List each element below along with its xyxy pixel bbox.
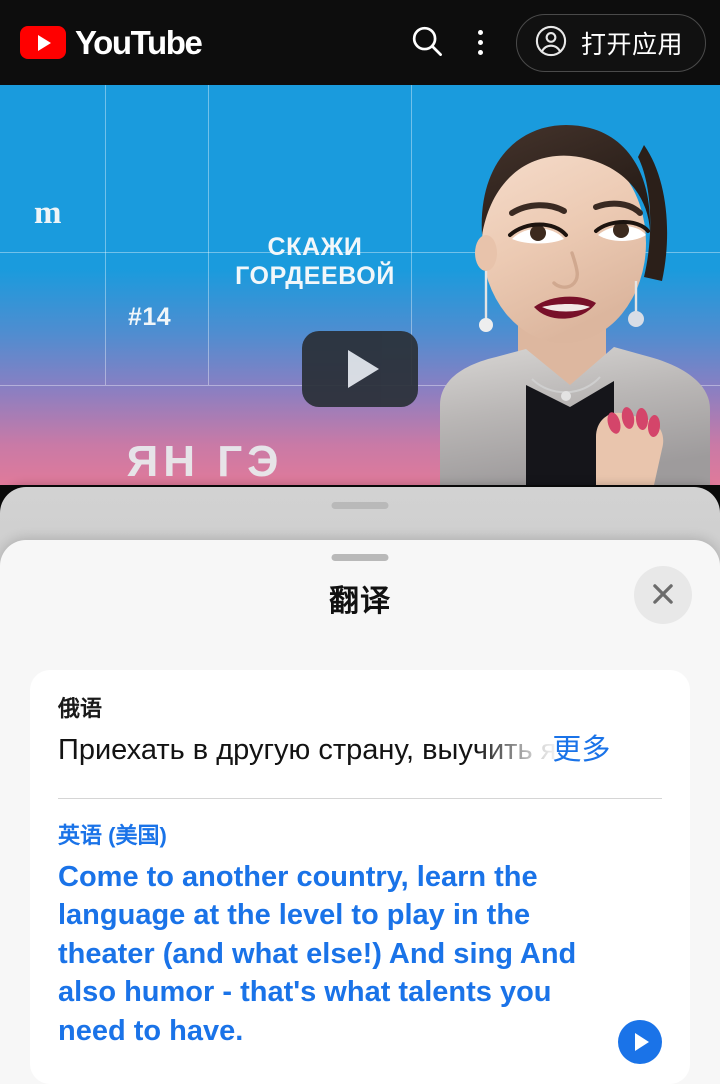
guest-photo	[400, 85, 720, 485]
guest-name: ЯН ГЭ	[126, 437, 284, 485]
channel-mark: m	[34, 195, 61, 231]
show-more-link[interactable]: 更多	[552, 730, 610, 770]
play-triangle-icon	[348, 350, 379, 388]
source-text: Приехать в другую страну, выучить я	[58, 734, 557, 767]
translation-card: 俄语 Приехать в другую страну, выучить я 更…	[30, 670, 690, 1084]
translate-sheet-drag-handle[interactable]	[331, 554, 389, 561]
section-divider	[58, 798, 662, 800]
search-button[interactable]	[400, 16, 454, 70]
translate-sheet: 翻译 俄语 Приехать в другую страну, выучить …	[0, 540, 720, 1084]
close-button[interactable]	[634, 566, 692, 624]
source-language-label: 俄语	[58, 696, 103, 721]
youtube-header: YouTube 打开应用	[0, 0, 720, 85]
kebab-menu-icon	[464, 23, 498, 63]
video-play-button[interactable]	[302, 331, 418, 407]
speak-translation-button[interactable]	[618, 1020, 662, 1064]
translated-text: Come to another country, learn the langu…	[58, 860, 577, 1048]
search-icon	[408, 22, 446, 63]
open-app-label: 打开应用	[580, 30, 683, 59]
video-thumbnail[interactable]: m #14 СКАЖИ ГОРДЕЕВОЙ ЯН ГЭ	[0, 85, 720, 485]
show-title-line-1: СКАЖИ	[267, 233, 363, 261]
youtube-logo[interactable]: YouTube	[20, 24, 203, 61]
account-circle-icon	[533, 23, 569, 62]
youtube-play-logo-icon	[20, 26, 66, 59]
show-title: СКАЖИ ГОРДЕЕВОЙ	[215, 233, 415, 291]
target-language-label: 英语 (美国)	[58, 823, 167, 849]
sheet-title: 翻译	[329, 585, 391, 618]
youtube-wordmark: YouTube	[75, 24, 203, 61]
close-x-icon	[648, 579, 678, 612]
open-app-button[interactable]: 打开应用	[515, 13, 706, 72]
more-options-button[interactable]	[454, 16, 508, 70]
play-audio-icon	[635, 1033, 649, 1051]
background-sheet-drag-handle[interactable]	[331, 502, 389, 509]
episode-number: #14	[128, 303, 172, 331]
app-screen: YouTube 打开应用 m #14 СКАЖИ ГОРДЕЕВОЙ ЯН ГЭ…	[0, 0, 720, 1084]
show-title-line-2: ГОРДЕЕВОЙ	[235, 262, 395, 290]
source-text-row: Приехать в другую страну, выучить я 更多	[58, 730, 662, 772]
